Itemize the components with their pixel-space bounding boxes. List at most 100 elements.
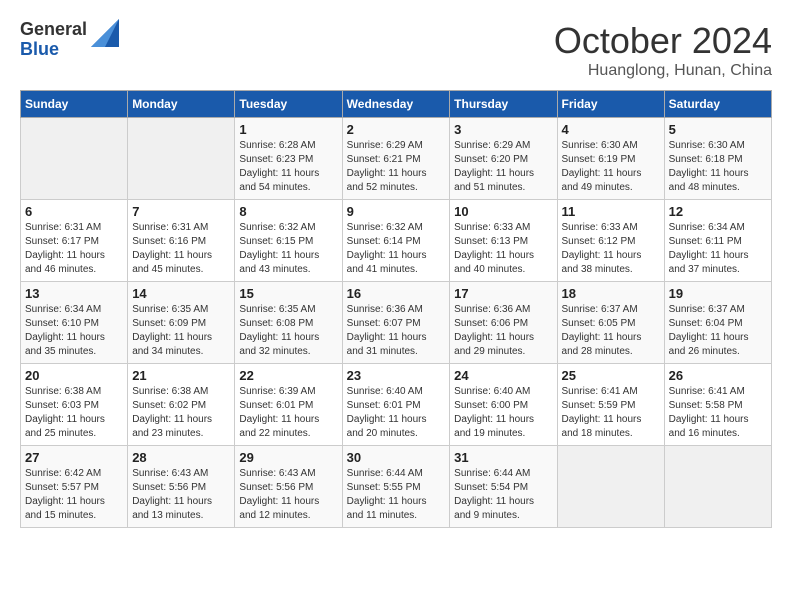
calendar-cell: 8 Sunrise: 6:32 AM Sunset: 6:15 PM Daylig… (235, 200, 342, 282)
day-number: 28 (132, 450, 230, 465)
day-info: Sunrise: 6:34 AM Sunset: 6:11 PM Dayligh… (669, 221, 767, 277)
day-number: 13 (25, 286, 123, 301)
logo-icon (91, 19, 119, 47)
day-number: 1 (239, 122, 337, 137)
day-number: 22 (239, 368, 337, 383)
logo: General Blue (20, 20, 119, 60)
weekday-header: Thursday (450, 91, 557, 118)
calendar-cell: 18Sunrise: 6:37 AM Sunset: 6:05 PM Dayli… (557, 282, 664, 364)
day-number: 2 (347, 122, 446, 137)
title-section: October 2024 Huanglong, Hunan, China (554, 20, 772, 80)
day-info: Sunrise: 6:35 AM Sunset: 6:08 PM Dayligh… (239, 303, 337, 359)
day-info: Sunrise: 6:43 AM Sunset: 5:56 PM Dayligh… (132, 467, 230, 523)
calendar-cell: 4 Sunrise: 6:30 AM Sunset: 6:19 PM Daylig… (557, 118, 664, 200)
day-info: Sunrise: 6:31 AM Sunset: 6:17 PM Dayligh… (25, 221, 123, 277)
calendar-cell: 23Sunrise: 6:40 AM Sunset: 6:01 PM Dayli… (342, 364, 450, 446)
day-info: Sunrise: 6:37 AM Sunset: 6:04 PM Dayligh… (669, 303, 767, 359)
calendar-cell (128, 118, 235, 200)
calendar-cell: 9Sunrise: 6:32 AM Sunset: 6:14 PM Daylig… (342, 200, 450, 282)
day-number: 26 (669, 368, 767, 383)
calendar-week-row: 13 Sunrise: 6:34 AM Sunset: 6:10 PM Dayli… (21, 282, 772, 364)
logo-blue: Blue (20, 40, 87, 60)
day-number: 31 (454, 450, 552, 465)
calendar-cell: 30Sunrise: 6:44 AM Sunset: 5:55 PM Dayli… (342, 446, 450, 528)
month-title: October 2024 (554, 20, 772, 62)
calendar-table: SundayMondayTuesdayWednesdayThursdayFrid… (20, 90, 772, 528)
calendar-week-row: 27 Sunrise: 6:42 AM Sunset: 5:57 PM Dayli… (21, 446, 772, 528)
day-number: 21 (132, 368, 230, 383)
calendar-cell: 2 Sunrise: 6:29 AM Sunset: 6:21 PM Daylig… (342, 118, 450, 200)
day-number: 12 (669, 204, 767, 219)
day-info: Sunrise: 6:30 AM Sunset: 6:19 PM Dayligh… (562, 139, 660, 195)
calendar-cell: 3Sunrise: 6:29 AM Sunset: 6:20 PM Daylig… (450, 118, 557, 200)
day-number: 19 (669, 286, 767, 301)
calendar-cell: 21 Sunrise: 6:38 AM Sunset: 6:02 PM Dayli… (128, 364, 235, 446)
calendar-cell: 19 Sunrise: 6:37 AM Sunset: 6:04 PM Dayli… (664, 282, 771, 364)
day-info: Sunrise: 6:38 AM Sunset: 6:02 PM Dayligh… (132, 385, 230, 441)
location-title: Huanglong, Hunan, China (554, 62, 772, 80)
day-number: 27 (25, 450, 123, 465)
day-info: Sunrise: 6:35 AM Sunset: 6:09 PM Dayligh… (132, 303, 230, 359)
day-number: 8 (239, 204, 337, 219)
day-number: 10 (454, 204, 552, 219)
calendar-cell (557, 446, 664, 528)
day-number: 6 (25, 204, 123, 219)
day-number: 16 (347, 286, 446, 301)
day-info: Sunrise: 6:34 AM Sunset: 6:10 PM Dayligh… (25, 303, 123, 359)
calendar-cell: 17 Sunrise: 6:36 AM Sunset: 6:06 PM Dayli… (450, 282, 557, 364)
day-info: Sunrise: 6:41 AM Sunset: 5:58 PM Dayligh… (669, 385, 767, 441)
day-info: Sunrise: 6:31 AM Sunset: 6:16 PM Dayligh… (132, 221, 230, 277)
day-number: 25 (562, 368, 660, 383)
day-number: 29 (239, 450, 337, 465)
day-info: Sunrise: 6:38 AM Sunset: 6:03 PM Dayligh… (25, 385, 123, 441)
day-info: Sunrise: 6:36 AM Sunset: 6:06 PM Dayligh… (454, 303, 552, 359)
day-info: Sunrise: 6:37 AM Sunset: 6:05 PM Dayligh… (562, 303, 660, 359)
calendar-cell: 24 Sunrise: 6:40 AM Sunset: 6:00 PM Dayli… (450, 364, 557, 446)
day-info: Sunrise: 6:33 AM Sunset: 6:13 PM Dayligh… (454, 221, 552, 277)
calendar-cell: 22 Sunrise: 6:39 AM Sunset: 6:01 PM Dayli… (235, 364, 342, 446)
day-info: Sunrise: 6:29 AM Sunset: 6:21 PM Dayligh… (347, 139, 446, 195)
weekday-header: Wednesday (342, 91, 450, 118)
day-info: Sunrise: 6:44 AM Sunset: 5:55 PM Dayligh… (347, 467, 446, 523)
calendar-cell: 10 Sunrise: 6:33 AM Sunset: 6:13 PM Dayli… (450, 200, 557, 282)
calendar-cell: 31 Sunrise: 6:44 AM Sunset: 5:54 PM Dayli… (450, 446, 557, 528)
weekday-header-row: SundayMondayTuesdayWednesdayThursdayFrid… (21, 91, 772, 118)
day-info: Sunrise: 6:44 AM Sunset: 5:54 PM Dayligh… (454, 467, 552, 523)
day-number: 24 (454, 368, 552, 383)
calendar-week-row: 20 Sunrise: 6:38 AM Sunset: 6:03 PM Dayli… (21, 364, 772, 446)
logo-general: General (20, 20, 87, 40)
day-number: 20 (25, 368, 123, 383)
day-number: 17 (454, 286, 552, 301)
weekday-header: Saturday (664, 91, 771, 118)
day-info: Sunrise: 6:28 AM Sunset: 6:23 PM Dayligh… (239, 139, 337, 195)
day-number: 14 (132, 286, 230, 301)
day-number: 11 (562, 204, 660, 219)
calendar-cell: 28 Sunrise: 6:43 AM Sunset: 5:56 PM Dayli… (128, 446, 235, 528)
calendar-cell: 16 Sunrise: 6:36 AM Sunset: 6:07 PM Dayli… (342, 282, 450, 364)
day-number: 5 (669, 122, 767, 137)
day-info: Sunrise: 6:40 AM Sunset: 6:00 PM Dayligh… (454, 385, 552, 441)
calendar-week-row: 1 Sunrise: 6:28 AM Sunset: 6:23 PM Daylig… (21, 118, 772, 200)
weekday-header: Tuesday (235, 91, 342, 118)
calendar-cell: 5Sunrise: 6:30 AM Sunset: 6:18 PM Daylig… (664, 118, 771, 200)
day-info: Sunrise: 6:41 AM Sunset: 5:59 PM Dayligh… (562, 385, 660, 441)
calendar-cell (664, 446, 771, 528)
calendar-cell: 7 Sunrise: 6:31 AM Sunset: 6:16 PM Daylig… (128, 200, 235, 282)
day-info: Sunrise: 6:32 AM Sunset: 6:14 PM Dayligh… (347, 221, 446, 277)
day-info: Sunrise: 6:36 AM Sunset: 6:07 PM Dayligh… (347, 303, 446, 359)
day-info: Sunrise: 6:39 AM Sunset: 6:01 PM Dayligh… (239, 385, 337, 441)
calendar-cell: 15Sunrise: 6:35 AM Sunset: 6:08 PM Dayli… (235, 282, 342, 364)
calendar-cell: 11 Sunrise: 6:33 AM Sunset: 6:12 PM Dayli… (557, 200, 664, 282)
calendar-cell: 12 Sunrise: 6:34 AM Sunset: 6:11 PM Dayli… (664, 200, 771, 282)
day-info: Sunrise: 6:42 AM Sunset: 5:57 PM Dayligh… (25, 467, 123, 523)
calendar-cell (21, 118, 128, 200)
day-number: 4 (562, 122, 660, 137)
weekday-header: Sunday (21, 91, 128, 118)
calendar-cell: 13 Sunrise: 6:34 AM Sunset: 6:10 PM Dayli… (21, 282, 128, 364)
day-info: Sunrise: 6:33 AM Sunset: 6:12 PM Dayligh… (562, 221, 660, 277)
day-number: 7 (132, 204, 230, 219)
day-info: Sunrise: 6:32 AM Sunset: 6:15 PM Dayligh… (239, 221, 337, 277)
calendar-cell: 1 Sunrise: 6:28 AM Sunset: 6:23 PM Daylig… (235, 118, 342, 200)
calendar-cell: 20 Sunrise: 6:38 AM Sunset: 6:03 PM Dayli… (21, 364, 128, 446)
calendar-cell: 26 Sunrise: 6:41 AM Sunset: 5:58 PM Dayli… (664, 364, 771, 446)
